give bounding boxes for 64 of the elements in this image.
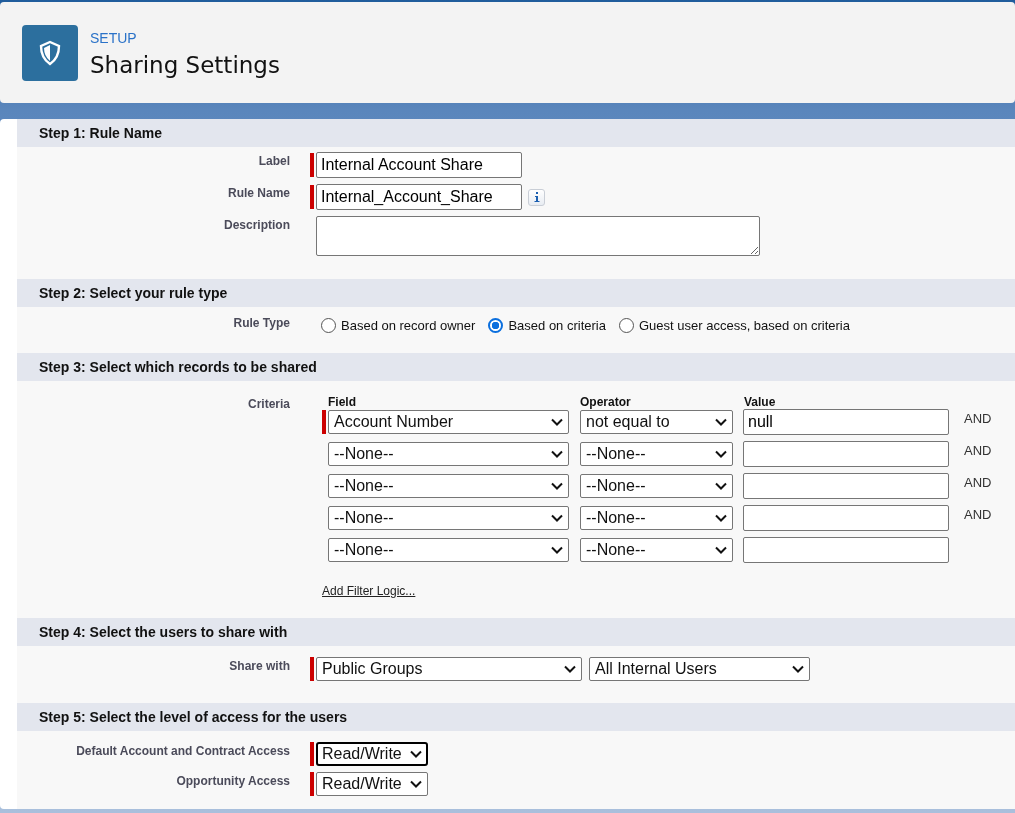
chevron-icon	[715, 482, 727, 490]
chevron-icon	[551, 546, 563, 554]
value-input[interactable]	[743, 505, 949, 531]
operator-dropdown[interactable]: --None--	[580, 538, 733, 562]
operator-dropdown[interactable]: not equal to	[580, 410, 733, 434]
chevron-icon	[410, 750, 422, 758]
chevron-icon	[792, 665, 804, 673]
field-label: Label	[257, 153, 290, 168]
chevron-icon	[551, 418, 563, 426]
value-input[interactable]	[743, 441, 949, 467]
description-textarea[interactable]	[316, 216, 760, 256]
radio-option[interactable]: Based on criteria	[488, 318, 606, 333]
and-label: AND	[964, 506, 992, 522]
field-label: Description	[223, 217, 290, 232]
field-label: Share with	[228, 658, 290, 673]
text-input[interactable]: Internal_Account_Share	[316, 184, 522, 210]
access-dropdown[interactable]: Read/Write	[316, 772, 428, 796]
info-icon[interactable]	[528, 188, 545, 206]
access-dropdown[interactable]: Read/Write	[316, 742, 428, 766]
chevron-icon	[551, 514, 563, 522]
field-dropdown[interactable]: --None--	[328, 442, 569, 466]
operator-dropdown[interactable]: --None--	[580, 506, 733, 530]
add-filter-logic-link[interactable]: Add Filter Logic...	[322, 584, 416, 598]
section-header: Step 3: Select which records to be shared	[17, 353, 1015, 381]
field-label: Default Account and Contract Access	[75, 743, 290, 758]
chevron-icon	[715, 546, 727, 554]
operator-dropdown[interactable]: --None--	[580, 474, 733, 498]
column-header: Value	[743, 395, 777, 409]
page-title: Sharing Settings	[90, 51, 280, 80]
operator-dropdown[interactable]: --None--	[580, 442, 733, 466]
and-label: AND	[964, 442, 992, 458]
chevron-icon	[715, 418, 727, 426]
share-dropdown[interactable]: Public Groups	[316, 657, 582, 681]
text-input[interactable]: Internal Account Share	[316, 152, 522, 178]
value-input[interactable]	[743, 537, 949, 563]
section-header: Step 4: Select the users to share with	[17, 618, 1015, 646]
field-label: Rule Name	[226, 185, 290, 200]
field-dropdown[interactable]: --None--	[328, 538, 569, 562]
chevron-icon	[715, 450, 727, 458]
chevron-icon	[410, 780, 422, 788]
chevron-icon	[551, 482, 563, 490]
and-label: AND	[964, 410, 992, 426]
chevron-icon	[551, 450, 563, 458]
share-dropdown[interactable]: All Internal Users	[589, 657, 810, 681]
section-header: Step 5: Select the level of access for the users	[17, 703, 1015, 731]
field-label: Opportunity Access	[175, 773, 290, 788]
field-label: Rule Type	[232, 315, 290, 330]
field-dropdown[interactable]: --None--	[328, 506, 569, 530]
and-label: AND	[964, 474, 992, 490]
radio-option[interactable]: Based on record owner	[321, 318, 476, 333]
breadcrumb-label: SETUP	[90, 30, 138, 46]
radio-option[interactable]: Guest user access, based on criteria	[619, 318, 850, 333]
value-input[interactable]	[743, 473, 949, 499]
value-input[interactable]: null	[743, 409, 949, 435]
chevron-icon	[715, 514, 727, 522]
chevron-icon	[564, 665, 576, 673]
field-dropdown[interactable]: Account Number	[328, 410, 569, 434]
column-header: Field	[327, 395, 357, 409]
field-label: Criteria	[246, 396, 290, 411]
field-dropdown[interactable]: --None--	[328, 474, 569, 498]
section-header: Step 1: Rule Name	[17, 119, 1015, 147]
column-header: Operator	[579, 395, 632, 409]
shield-icon	[22, 25, 78, 81]
section-header: Step 2: Select your rule type	[17, 279, 1015, 307]
